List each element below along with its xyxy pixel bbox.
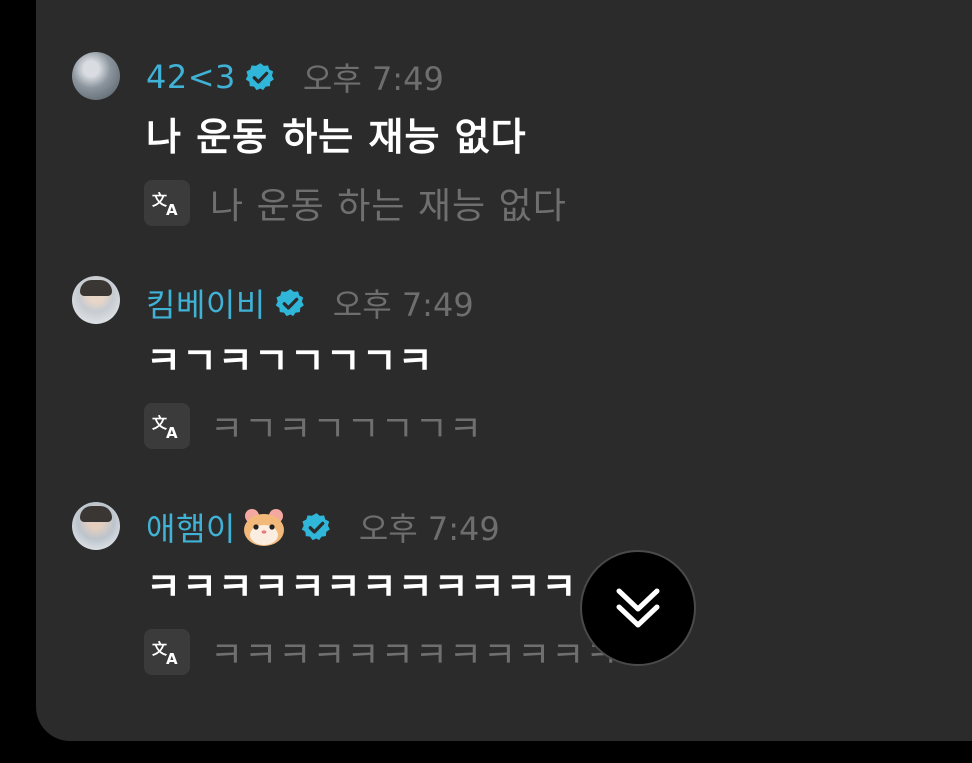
message-header: 42<3 오후 7:49 [146, 54, 444, 100]
timestamp: 오후 7:49 [302, 60, 444, 98]
translation-text: ㅋㄱㅋㄱㄱㄱㄱㅋ [210, 409, 483, 450]
svg-text:A: A [166, 424, 178, 441]
hamster-emoji [243, 509, 284, 546]
svg-text:A: A [166, 201, 178, 218]
translate-button[interactable]: 文 A [144, 180, 190, 226]
avatar[interactable] [72, 276, 120, 324]
translation-row: 文 A ㅋㅋㅋㅋㅋㅋㅋㅋㅋㅋㅋㅋ [144, 626, 619, 678]
chat-panel: 42<3 오후 7:49 나 운동 하는 재능 없다 文 A 나 운동 하는 재… [36, 0, 972, 741]
username[interactable]: 42<3 [146, 58, 236, 96]
timestamp: 오후 7:49 [332, 286, 474, 324]
translation-text: 나 운동 하는 재능 없다 [210, 186, 567, 227]
verified-badge-icon [275, 288, 304, 316]
verified-badge-icon [301, 512, 330, 540]
translate-icon: 文 A [152, 191, 178, 218]
translation-text: ㅋㅋㅋㅋㅋㅋㅋㅋㅋㅋㅋㅋ [210, 635, 620, 676]
message-text: 나 운동 하는 재능 없다 [146, 115, 527, 159]
username[interactable]: 킴베이비 [146, 280, 266, 326]
translate-button[interactable]: 文 A [144, 403, 190, 449]
translate-button[interactable]: 文 A [144, 629, 190, 675]
message-header: 애햄이 오후 7:49 [146, 504, 500, 550]
timestamp: 오후 7:49 [358, 510, 500, 548]
translation-row: 文 A ㅋㄱㅋㄱㄱㄱㄱㅋ [144, 400, 483, 452]
translation-row: 文 A 나 운동 하는 재능 없다 [144, 177, 567, 229]
avatar[interactable] [72, 502, 120, 550]
verified-badge-icon [245, 62, 274, 90]
translate-icon: 文 A [152, 640, 178, 667]
message-text: ㅋㄱㅋㄱㄱㄱㄱㅋ [146, 339, 434, 383]
avatar[interactable] [72, 52, 120, 100]
username[interactable]: 애햄이 [146, 504, 236, 550]
svg-text:A: A [166, 650, 178, 667]
message-header: 킴베이비 오후 7:49 [146, 280, 474, 326]
message-text: ㅋㅋㅋㅋㅋㅋㅋㅋㅋㅋㅋㅋ [146, 565, 578, 609]
translate-icon: 文 A [152, 414, 178, 441]
scroll-to-bottom-button[interactable] [580, 550, 696, 666]
chevron-double-down-icon [616, 588, 660, 628]
